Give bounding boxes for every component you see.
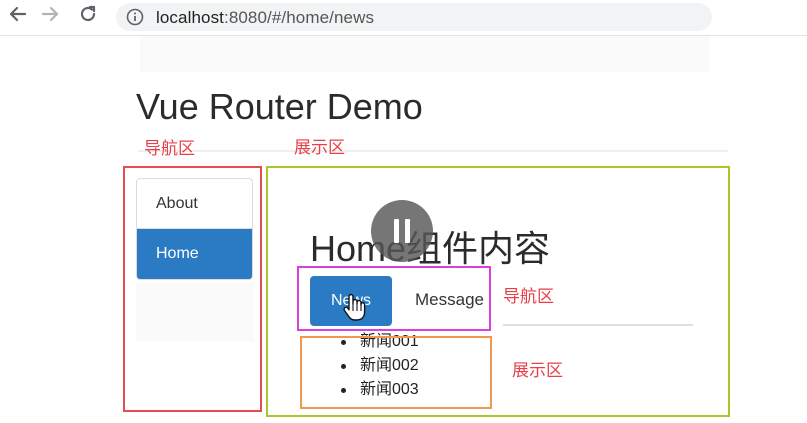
header-divider <box>138 150 728 152</box>
sub-nav-outline <box>297 266 491 331</box>
tabs-underline <box>503 324 693 326</box>
sidebar-item-home[interactable]: Home <box>137 229 252 279</box>
url-host: localhost <box>156 8 224 27</box>
pause-icon[interactable] <box>371 200 433 262</box>
url-text[interactable]: localhost:8080/#/home/news <box>156 8 374 28</box>
reload-icon[interactable] <box>76 2 100 26</box>
sidebar-nav: About Home <box>136 178 253 280</box>
annotation-display-top: 展示区 <box>294 138 345 157</box>
info-icon[interactable] <box>126 8 144 31</box>
browser-toolbar: localhost:8080/#/home/news <box>0 0 807 32</box>
back-icon[interactable] <box>6 2 30 26</box>
sidebar-item-about[interactable]: About <box>137 179 252 229</box>
page-title: Vue Router Demo <box>136 86 423 127</box>
hand-cursor-icon <box>342 292 366 327</box>
annotation-nav-left: 导航区 <box>144 139 195 158</box>
faint-header-band <box>140 36 710 72</box>
forward-icon[interactable] <box>38 2 62 26</box>
address-bar[interactable]: localhost:8080/#/home/news <box>116 3 712 31</box>
url-rest: :8080/#/home/news <box>224 8 375 27</box>
sub-display-outline <box>300 336 492 409</box>
